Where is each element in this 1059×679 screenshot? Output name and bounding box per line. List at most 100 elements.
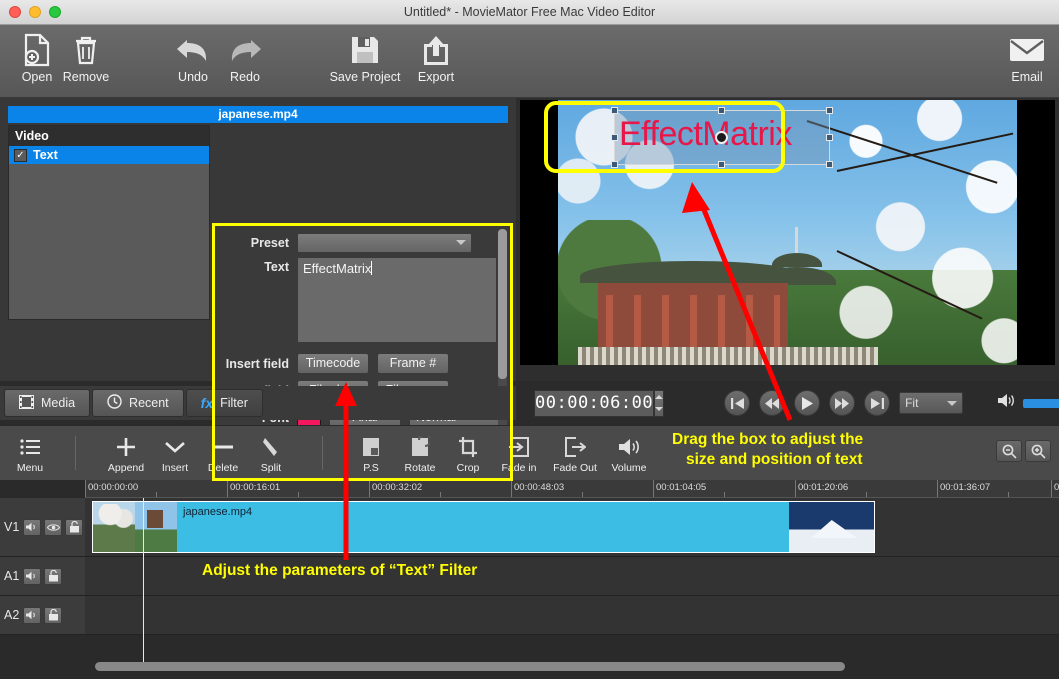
insert-button[interactable]: Insert <box>152 430 198 478</box>
temple-pillars <box>606 295 780 347</box>
ruler-label: 00:01:04:05 <box>656 482 707 493</box>
fast-forward-button[interactable] <box>829 390 856 416</box>
clip-thumbnail-2 <box>135 502 177 552</box>
timeline-horizontal-scrollbar[interactable] <box>95 662 845 671</box>
redo-button-label: Redo <box>230 70 260 84</box>
transport-controls: 00:00:06:00 Fit <box>516 386 1059 420</box>
email-button[interactable]: Email <box>990 31 1059 93</box>
crop-label: Crop <box>456 462 480 474</box>
volume-button[interactable]: Volume <box>604 430 654 478</box>
track-body-v1[interactable]: japanese.mp4 <box>85 498 1059 557</box>
volume-slider[interactable] <box>1023 398 1059 408</box>
split-button[interactable]: Split <box>248 430 294 478</box>
timeline-ruler[interactable]: 00:00:00:00 00:00:16:01 00:00:32:02 00:0… <box>85 480 1059 498</box>
track-mute-button-a2[interactable] <box>23 606 42 624</box>
tab-filter[interactable]: fx Filter <box>185 389 263 417</box>
resize-handle-ne[interactable] <box>826 107 833 114</box>
filter-enabled-checkbox[interactable]: ✓ <box>14 148 27 162</box>
rotate-button[interactable]: Rotate <box>396 430 444 478</box>
zoom-mode-dropdown[interactable]: Fit <box>899 392 964 414</box>
track-header-a2[interactable]: A2 <box>0 596 85 635</box>
scrollbar-thumb[interactable] <box>498 229 507 379</box>
current-timecode-input[interactable]: 00:00:06:00 <box>534 389 655 417</box>
track-hide-button-v1[interactable] <box>44 518 63 536</box>
clip-label: japanese.mp4 <box>183 506 253 518</box>
zoom-in-button[interactable] <box>1025 440 1051 462</box>
rotate-label: Rotate <box>404 462 436 474</box>
ps-button[interactable]: P.S <box>350 430 392 478</box>
text-selection-box[interactable]: EffectMatrix <box>611 107 833 168</box>
video-preview[interactable]: EffectMatrix <box>520 100 1055 365</box>
minus-icon <box>212 434 234 460</box>
floppy-disk-icon <box>349 31 381 69</box>
preset-dropdown[interactable] <box>297 232 472 253</box>
ruler-label: 00:00:48:03 <box>514 482 565 493</box>
speaker-icon[interactable] <box>997 393 1015 413</box>
track-header-a1[interactable]: A1 <box>0 557 85 596</box>
append-button[interactable]: Append <box>100 430 152 478</box>
export-button[interactable]: Export <box>399 31 473 93</box>
resize-handle-nw[interactable] <box>611 107 618 114</box>
track-mute-button-a1[interactable] <box>23 567 42 585</box>
rewind-button[interactable] <box>759 390 786 416</box>
export-button-label: Export <box>417 70 455 84</box>
track-lock-button-a2[interactable] <box>44 606 63 624</box>
tab-media[interactable]: Media <box>4 389 91 417</box>
track-lock-button-a1[interactable] <box>44 567 63 585</box>
remove-button[interactable]: Remove <box>49 31 123 93</box>
fade-in-button[interactable]: Fade in <box>492 430 546 478</box>
crop-button[interactable]: Crop <box>446 430 490 478</box>
play-button[interactable] <box>794 390 821 416</box>
tab-recent[interactable]: Recent <box>92 389 184 417</box>
text-input[interactable]: EffectMatrix <box>297 257 497 343</box>
resize-handle-se[interactable] <box>826 161 833 168</box>
toolbar-divider <box>322 436 323 470</box>
redo-button[interactable]: Redo <box>208 31 282 93</box>
insert-field-label-1: Insert field <box>225 356 289 371</box>
crop-icon <box>458 434 478 460</box>
filter-list[interactable]: Video ✓ Text <box>8 125 210 320</box>
fade-out-label: Fade Out <box>553 462 597 474</box>
delete-button[interactable]: Delete <box>198 430 248 478</box>
playhead-marker[interactable] <box>222 480 236 481</box>
zoom-out-button[interactable] <box>996 440 1022 462</box>
filter-list-item-text[interactable]: ✓ Text <box>9 146 209 164</box>
chevron-down-icon <box>947 400 958 406</box>
timeline-clip-japanese[interactable]: japanese.mp4 <box>92 501 875 553</box>
track-body-a2[interactable] <box>85 596 1059 635</box>
zoom-mode-value: Fit <box>905 396 919 410</box>
tab-filter-label: Filter <box>220 396 248 410</box>
undo-arrow-icon <box>173 31 213 69</box>
insert-frame-button[interactable]: Frame # <box>377 353 449 374</box>
resize-handle-w[interactable] <box>611 133 618 141</box>
ruler-label: 00:00:16:01 <box>230 482 281 493</box>
timeline-menu-label: Menu <box>16 462 44 474</box>
picture-in-picture-icon <box>361 434 381 460</box>
insert-field-row-1: Insert field Timecode Frame # <box>215 351 510 376</box>
ruler-label: 00:00:00:00 <box>88 482 139 493</box>
insert-timecode-button[interactable]: Timecode <box>297 353 369 374</box>
stepper-up-icon <box>655 394 664 399</box>
resize-handle-sw[interactable] <box>611 161 618 168</box>
fade-in-icon <box>508 434 530 460</box>
timecode-stepper[interactable] <box>654 389 665 417</box>
resize-handle-n[interactable] <box>718 107 725 114</box>
timeline-menu-button[interactable]: Menu <box>4 430 56 478</box>
skip-to-end-button[interactable] <box>864 390 891 416</box>
insert-label: Insert <box>161 462 189 474</box>
fade-out-button[interactable]: Fade Out <box>546 430 604 478</box>
track-lock-button-v1[interactable] <box>65 518 84 536</box>
trash-icon <box>72 31 100 69</box>
move-handle-center[interactable] <box>715 130 728 144</box>
selected-clip-title: japanese.mp4 <box>8 106 508 123</box>
track-header-v1[interactable]: V1 <box>0 498 85 557</box>
save-project-button[interactable]: Save Project <box>328 31 402 93</box>
tab-recent-label: Recent <box>129 396 169 410</box>
skip-to-start-button[interactable] <box>724 390 751 416</box>
filter-name-label: Text <box>33 148 58 162</box>
track-body-a1[interactable] <box>85 557 1059 596</box>
plus-icon <box>115 434 137 460</box>
resize-handle-e[interactable] <box>826 133 833 141</box>
track-mute-button-v1[interactable] <box>23 518 42 536</box>
resize-handle-s[interactable] <box>718 161 725 168</box>
